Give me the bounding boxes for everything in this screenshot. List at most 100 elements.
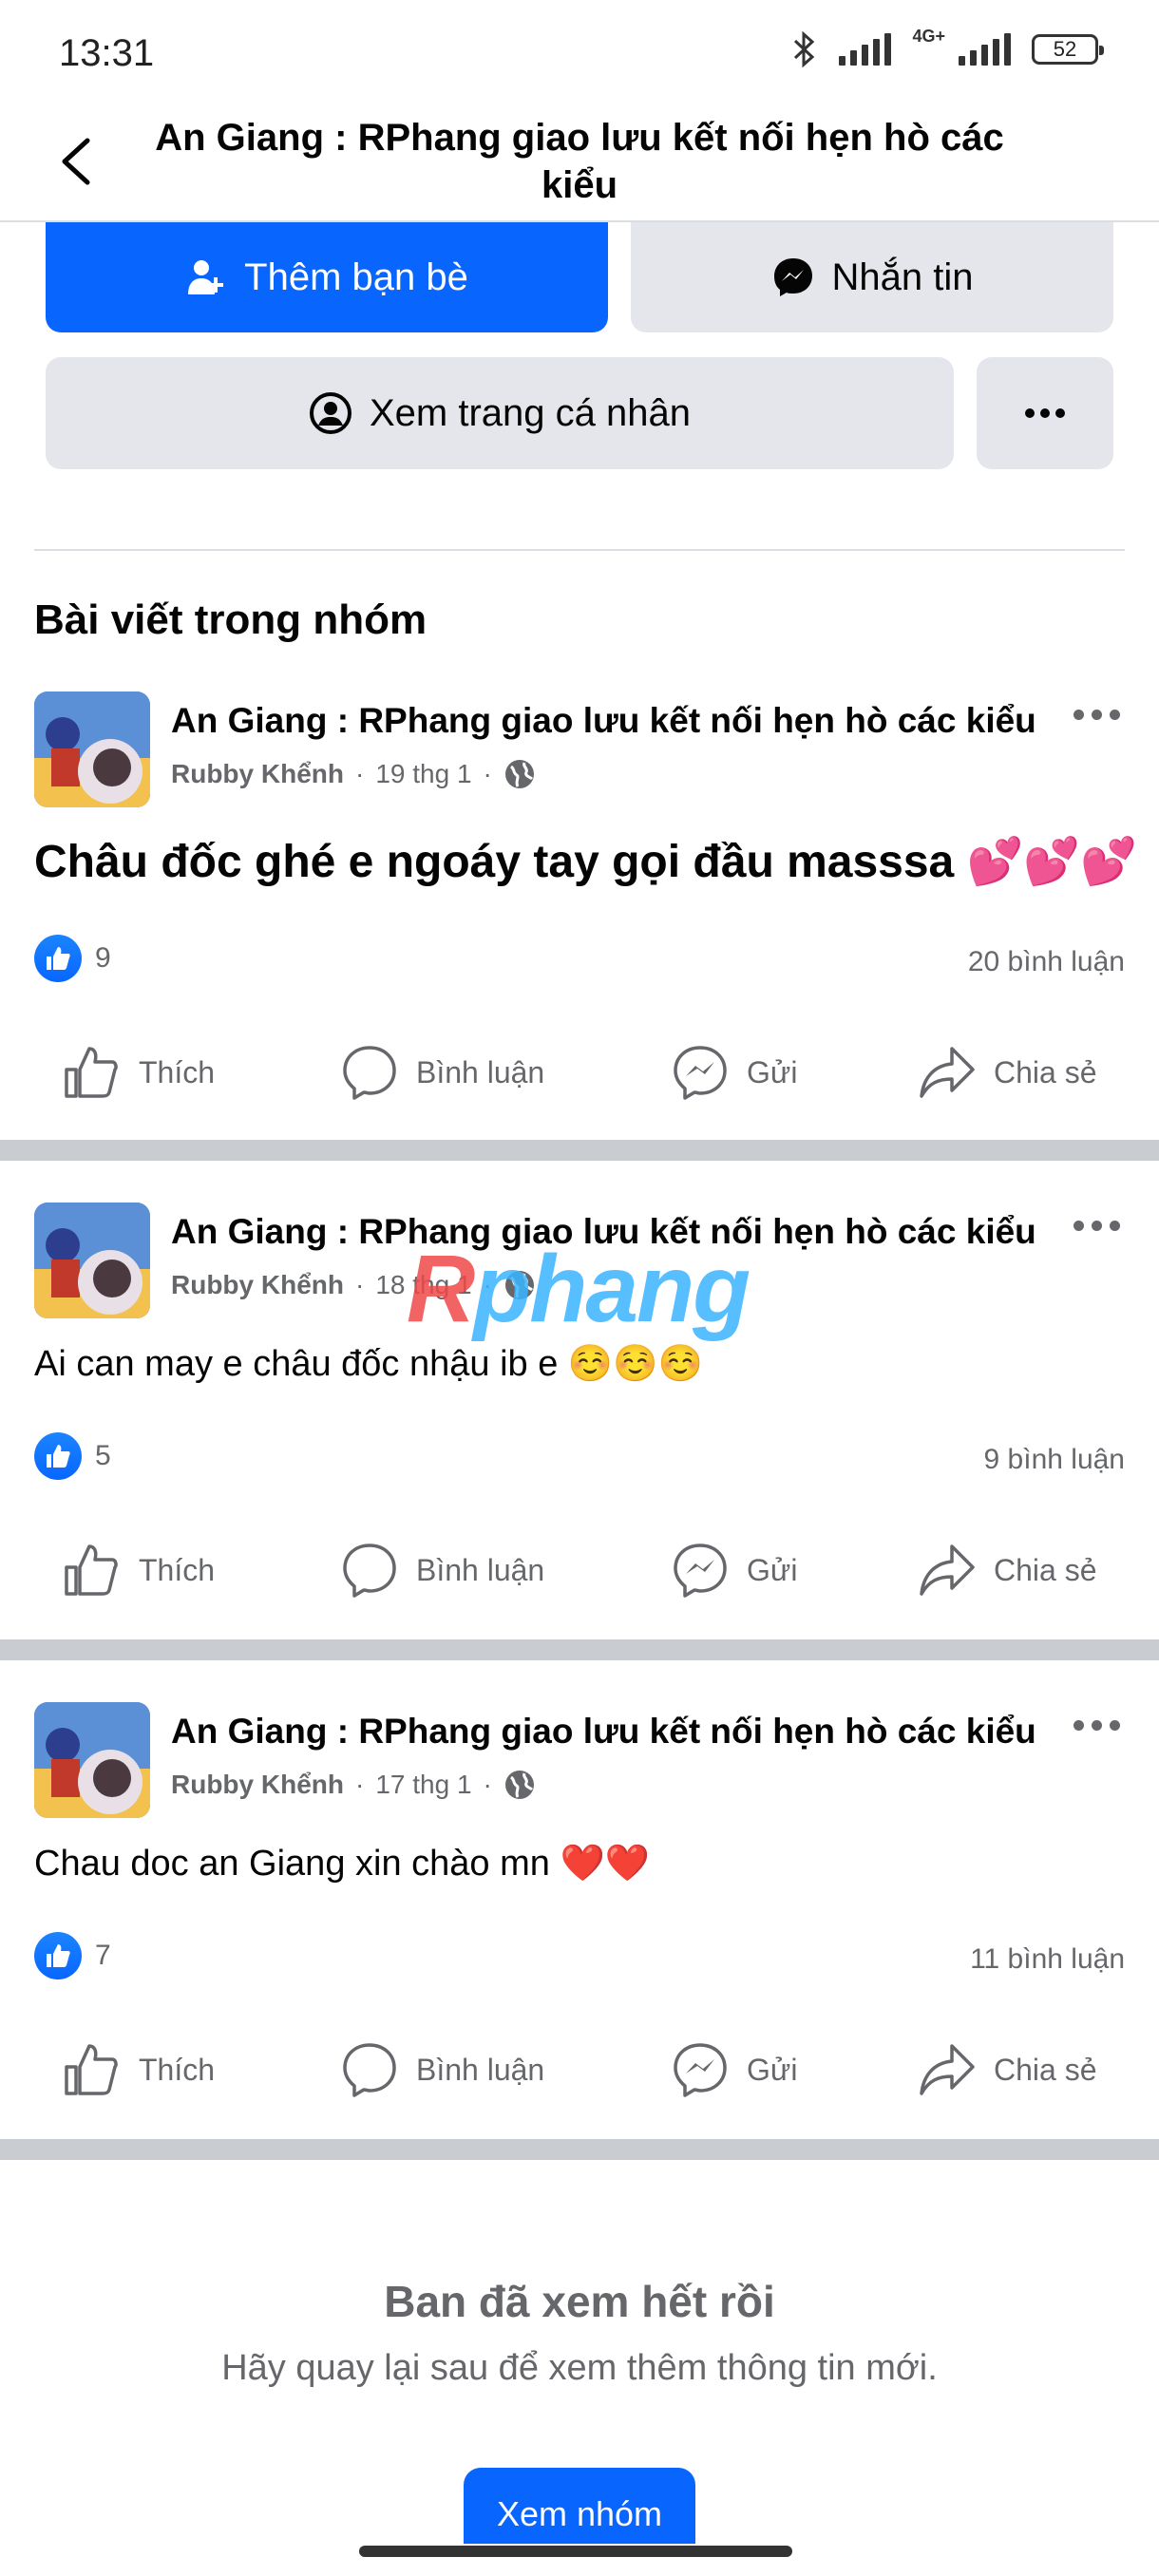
status-bar: 13:31 4G+ 52 bbox=[0, 0, 1159, 104]
divider bbox=[34, 549, 1125, 551]
post-text: Châu đốc ghé e ngoáy tay gọi đầu masssa … bbox=[34, 837, 1137, 887]
group-avatar-image bbox=[34, 1702, 150, 1818]
like-label: Thích bbox=[139, 1054, 216, 1089]
post-text: Ai can may e châu đốc nhậu ib e ☺️☺️☺️ bbox=[34, 1344, 703, 1384]
group-avatar[interactable] bbox=[34, 1203, 150, 1318]
like-label: Thích bbox=[139, 2052, 216, 2087]
like-button[interactable]: Thích bbox=[63, 1541, 215, 1600]
profile-icon bbox=[310, 392, 352, 434]
view-group-button[interactable]: Xem nhóm bbox=[464, 2468, 695, 2544]
post-separator bbox=[0, 1639, 1159, 1660]
comment-icon bbox=[343, 1046, 396, 1100]
add-friend-label: Thêm bạn bè bbox=[244, 256, 468, 298]
comment-label: Bình luận bbox=[416, 1552, 545, 1587]
message-button[interactable]: Nhắn tin bbox=[631, 222, 1113, 332]
comment-button[interactable]: Bình luận bbox=[340, 2040, 544, 2099]
post-date[interactable]: 19 thg 1 bbox=[375, 759, 471, 789]
header: An Giang : RPhang giao lưu kết nối hẹn h… bbox=[0, 104, 1159, 222]
section-title: Bài viết trong nhóm bbox=[34, 597, 428, 643]
share-label: Chia sẻ bbox=[994, 1552, 1097, 1587]
post-separator bbox=[0, 1140, 1159, 1161]
group-avatar-image bbox=[34, 1203, 150, 1318]
share-icon bbox=[920, 1544, 975, 1596]
messenger-send-icon bbox=[674, 1544, 727, 1598]
post-separator bbox=[0, 2139, 1159, 2160]
like-count: 7 bbox=[95, 1940, 111, 1971]
group-avatar[interactable] bbox=[34, 1702, 150, 1818]
post-text: Chau doc an Giang xin chào mn ❤️❤️ bbox=[34, 1844, 651, 1884]
send-label: Gửi bbox=[747, 2052, 798, 2087]
post-meta: Rubby Khểnh · 19 thg 1 · bbox=[171, 758, 536, 790]
post-card: An Giang : RPhang giao lưu kết nối hẹn h… bbox=[0, 691, 1159, 1138]
thumbs-up-icon bbox=[65, 1047, 118, 1098]
like-button[interactable]: Thích bbox=[63, 2040, 215, 2099]
like-reaction-icon bbox=[34, 935, 82, 982]
post-author[interactable]: Rubby Khểnh bbox=[171, 759, 344, 789]
share-button[interactable]: Chia sẻ bbox=[918, 1043, 1097, 1102]
message-label: Nhắn tin bbox=[831, 256, 974, 298]
add-friend-button[interactable]: Thêm bạn bè bbox=[46, 222, 608, 332]
send-button[interactable]: Gửi bbox=[671, 2040, 797, 2099]
like-label: Thích bbox=[139, 1552, 216, 1587]
share-button[interactable]: Chia sẻ bbox=[918, 2040, 1097, 2099]
comment-button[interactable]: Bình luận bbox=[340, 1541, 544, 1600]
messenger-send-icon bbox=[674, 2043, 727, 2097]
feed-end-subtitle: Hãy quay lại sau để xem thêm thông tin m… bbox=[221, 2348, 938, 2388]
reaction-summary[interactable]: 7 bbox=[34, 1932, 111, 1979]
view-profile-button[interactable]: Xem trang cá nhân bbox=[46, 357, 954, 469]
share-label: Chia sẻ bbox=[994, 2052, 1097, 2087]
messenger-send-icon bbox=[674, 1046, 727, 1100]
comment-label: Bình luận bbox=[416, 1054, 545, 1089]
send-label: Gửi bbox=[747, 1552, 798, 1587]
more-options-button[interactable] bbox=[977, 357, 1113, 469]
like-reaction-icon bbox=[34, 1432, 82, 1480]
post-more-button[interactable] bbox=[1074, 705, 1130, 724]
like-count: 5 bbox=[95, 1440, 111, 1471]
status-time: 13:31 bbox=[59, 32, 155, 74]
share-button[interactable]: Chia sẻ bbox=[918, 1541, 1097, 1600]
view-profile-label: Xem trang cá nhân bbox=[370, 391, 691, 434]
messenger-icon bbox=[773, 258, 812, 296]
thumbs-up-icon bbox=[65, 2044, 118, 2095]
back-button[interactable] bbox=[49, 133, 106, 190]
post-more-button[interactable] bbox=[1074, 1216, 1130, 1235]
page-title: An Giang : RPhang giao lưu kết nối hẹn h… bbox=[155, 117, 1004, 206]
like-count: 9 bbox=[95, 942, 111, 974]
battery-icon: 52 bbox=[1032, 34, 1104, 65]
comment-label: Bình luận bbox=[416, 2052, 545, 2087]
reaction-summary[interactable]: 9 bbox=[34, 935, 111, 982]
post-date[interactable]: 17 thg 1 bbox=[375, 1770, 471, 1800]
reaction-summary[interactable]: 5 bbox=[34, 1432, 111, 1480]
send-button[interactable]: Gửi bbox=[671, 1043, 797, 1102]
network-type: 4G+ bbox=[912, 26, 945, 46]
comment-count[interactable]: 11 bình luận bbox=[970, 1943, 1125, 1976]
post-group-name[interactable]: An Giang : RPhang giao lưu kết nối hẹn h… bbox=[171, 701, 1036, 741]
post-more-button[interactable] bbox=[1074, 1715, 1130, 1734]
like-reaction-icon bbox=[34, 1932, 82, 1979]
group-avatar[interactable] bbox=[34, 691, 150, 807]
share-label: Chia sẻ bbox=[994, 1054, 1097, 1089]
post-group-name[interactable]: An Giang : RPhang giao lưu kết nối hẹn h… bbox=[171, 1712, 1036, 1752]
comment-count[interactable]: 20 bình luận bbox=[968, 946, 1125, 978]
signal-icon bbox=[839, 33, 892, 66]
home-indicator[interactable] bbox=[359, 2546, 792, 2557]
post-author[interactable]: Rubby Khểnh bbox=[171, 1770, 344, 1800]
signal-icon-2 bbox=[959, 33, 1011, 66]
post-author[interactable]: Rubby Khểnh bbox=[171, 1270, 344, 1300]
comment-button[interactable]: Bình luận bbox=[340, 1043, 544, 1102]
send-button[interactable]: Gửi bbox=[671, 1541, 797, 1600]
status-icons: 4G+ 52 bbox=[791, 26, 1104, 68]
share-icon bbox=[920, 2044, 975, 2095]
comment-icon bbox=[343, 2043, 396, 2097]
send-label: Gửi bbox=[747, 1054, 798, 1089]
share-icon bbox=[920, 1047, 975, 1098]
comment-count[interactable]: 9 bình luận bbox=[984, 1444, 1125, 1476]
globe-icon bbox=[504, 1771, 534, 1799]
globe-icon bbox=[504, 760, 534, 788]
group-avatar-image bbox=[34, 691, 150, 807]
feed-end-title: Ban đã xem hết rồi bbox=[384, 2277, 775, 2326]
view-group-label: Xem nhóm bbox=[496, 2494, 663, 2533]
more-icon bbox=[1025, 408, 1065, 418]
thumbs-up-icon bbox=[65, 1544, 118, 1596]
like-button[interactable]: Thích bbox=[63, 1043, 215, 1102]
